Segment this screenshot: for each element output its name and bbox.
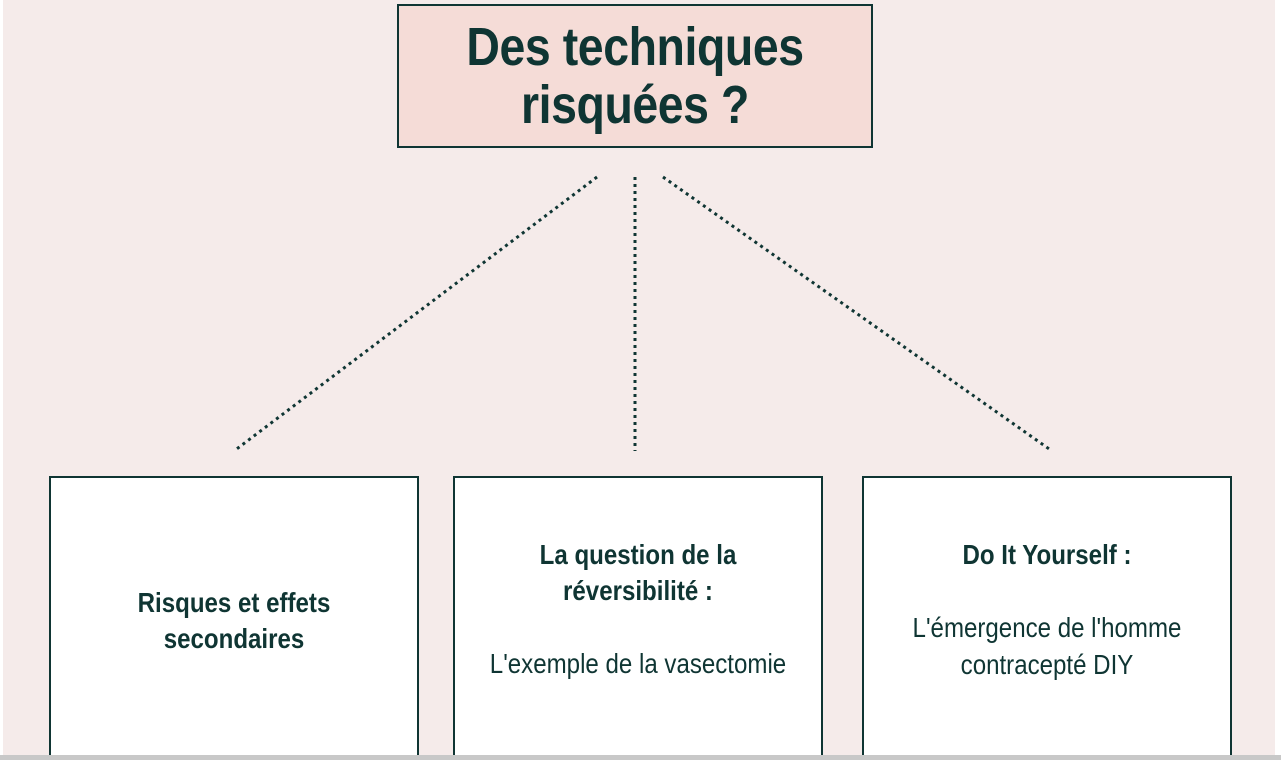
box-diy-body: L'émergence de l'homme contracepté DIY	[912, 611, 1182, 680]
diagram-canvas: Des techniques risquées ? Risques et eff…	[3, 0, 1275, 755]
box-reversibility: La question de la réversibilité : L'exem…	[453, 476, 823, 755]
connector-right	[662, 175, 1053, 453]
box-diy-title: Do It Yourself :	[962, 538, 1132, 570]
box-reversibility-body: L'exemple de la vasectomie	[489, 648, 787, 679]
box-diy: Do It Yourself : L'émergence de l'homme …	[862, 476, 1232, 755]
connector-left	[233, 175, 598, 453]
box-risks-title: Risques et effets secondaires	[137, 586, 331, 654]
box-reversibility-title: La question de la réversibilité :	[539, 539, 737, 606]
box-risks: Risques et effets secondaires	[49, 476, 419, 755]
bottom-scroll-edge	[0, 755, 1281, 760]
